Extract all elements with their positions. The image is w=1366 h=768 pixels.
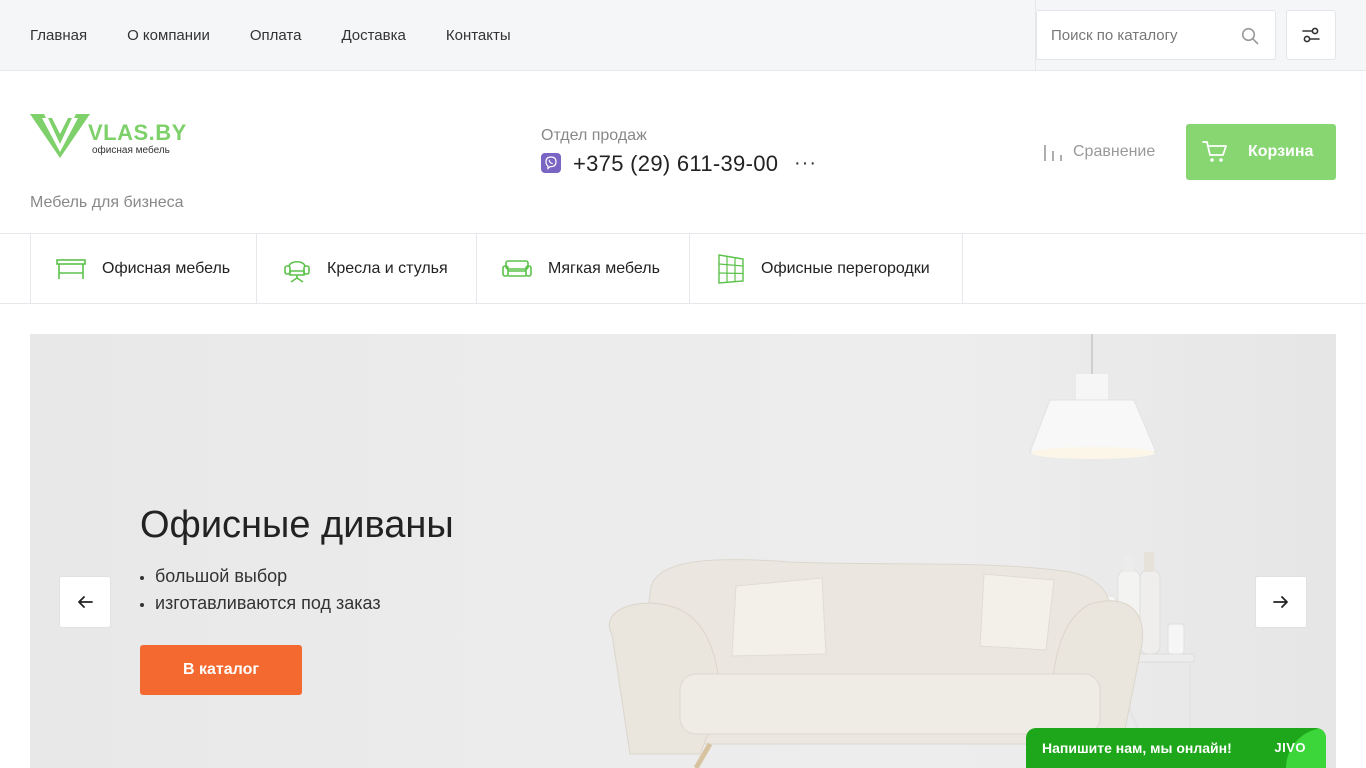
filter-settings-button[interactable] bbox=[1286, 10, 1336, 60]
category-office-partitions[interactable]: Офисные перегородки bbox=[689, 234, 963, 303]
partition-icon bbox=[718, 253, 744, 284]
search-box bbox=[1036, 10, 1276, 60]
slider-prev-button[interactable] bbox=[59, 576, 111, 628]
hero-title: Офисные диваны bbox=[140, 504, 454, 546]
search-input[interactable] bbox=[1037, 11, 1237, 59]
category-soft-furniture[interactable]: Мягкая мебель bbox=[476, 234, 690, 303]
sales-department-label: Отдел продаж bbox=[541, 127, 647, 144]
logo-text: VLAS.BY bbox=[88, 120, 187, 145]
nav-link-contacts[interactable]: Контакты bbox=[446, 27, 511, 44]
chat-brand-logo: JIVO bbox=[1274, 740, 1306, 755]
nav-link-payment[interactable]: Оплата bbox=[250, 27, 302, 44]
top-nav: Главная О компании Оплата Доставка Конта… bbox=[30, 0, 511, 70]
arrow-left-icon bbox=[78, 596, 93, 608]
armchair-icon bbox=[284, 260, 310, 283]
nav-link-delivery[interactable]: Доставка bbox=[341, 27, 405, 44]
chat-prompt-text: Напишите нам, мы онлайн! bbox=[1042, 740, 1232, 756]
logo-subtitle: офисная мебель bbox=[92, 145, 170, 156]
compare-icon bbox=[1044, 145, 1062, 161]
compare-label: Сравнение bbox=[1073, 143, 1156, 160]
hero-feature-item: изготавливаются под заказ bbox=[140, 593, 381, 620]
hero-sofa-image bbox=[609, 334, 1195, 768]
hero-feature-list: большой выбор изготавливаются под заказ bbox=[140, 566, 381, 620]
top-bar: Главная О компании Оплата Доставка Конта… bbox=[0, 0, 1366, 71]
cart-icon bbox=[1202, 141, 1227, 162]
nav-link-about[interactable]: О компании bbox=[127, 27, 210, 44]
category-label: Офисная мебель bbox=[102, 259, 231, 277]
compare-link[interactable]: Сравнение bbox=[1043, 141, 1155, 163]
hero-slider: Офисные диваны большой выбор изготавлива… bbox=[30, 334, 1336, 768]
category-label: Офисные перегородки bbox=[761, 259, 930, 277]
viber-icon[interactable] bbox=[541, 153, 561, 173]
sofa-icon bbox=[502, 259, 532, 277]
more-phones-icon[interactable]: ··· bbox=[794, 152, 817, 175]
cart-button[interactable]: Корзина bbox=[1186, 124, 1336, 180]
nav-link-home[interactable]: Главная bbox=[30, 27, 87, 44]
sales-phone-link[interactable]: +375 (29) 611-39-00 bbox=[573, 151, 778, 177]
arrow-right-icon bbox=[1273, 596, 1288, 608]
site-tagline: Мебель для бизнеса bbox=[30, 194, 184, 211]
site-logo[interactable]: VLAS.BY офисная мебель bbox=[30, 110, 190, 162]
category-armchairs[interactable]: Кресла и стулья bbox=[256, 234, 477, 303]
desk-icon bbox=[56, 258, 86, 279]
category-office-furniture[interactable]: Офисная мебель bbox=[30, 234, 257, 303]
live-chat-widget[interactable]: Напишите нам, мы онлайн! JIVO bbox=[1026, 728, 1326, 768]
search-icon[interactable] bbox=[1241, 27, 1259, 45]
catalog-button[interactable]: В каталог bbox=[140, 645, 302, 695]
logo-mark-icon bbox=[30, 114, 90, 158]
slider-next-button[interactable] bbox=[1255, 576, 1307, 628]
category-label: Мягкая мебель bbox=[548, 259, 660, 277]
sliders-icon bbox=[1302, 27, 1320, 43]
hero-feature-item: большой выбор bbox=[140, 566, 381, 593]
category-menu: Офисная мебель Кресла и стулья Мягкая ме… bbox=[0, 233, 1366, 304]
cart-label: Корзина bbox=[1248, 143, 1314, 160]
category-label: Кресла и стулья bbox=[327, 259, 448, 277]
